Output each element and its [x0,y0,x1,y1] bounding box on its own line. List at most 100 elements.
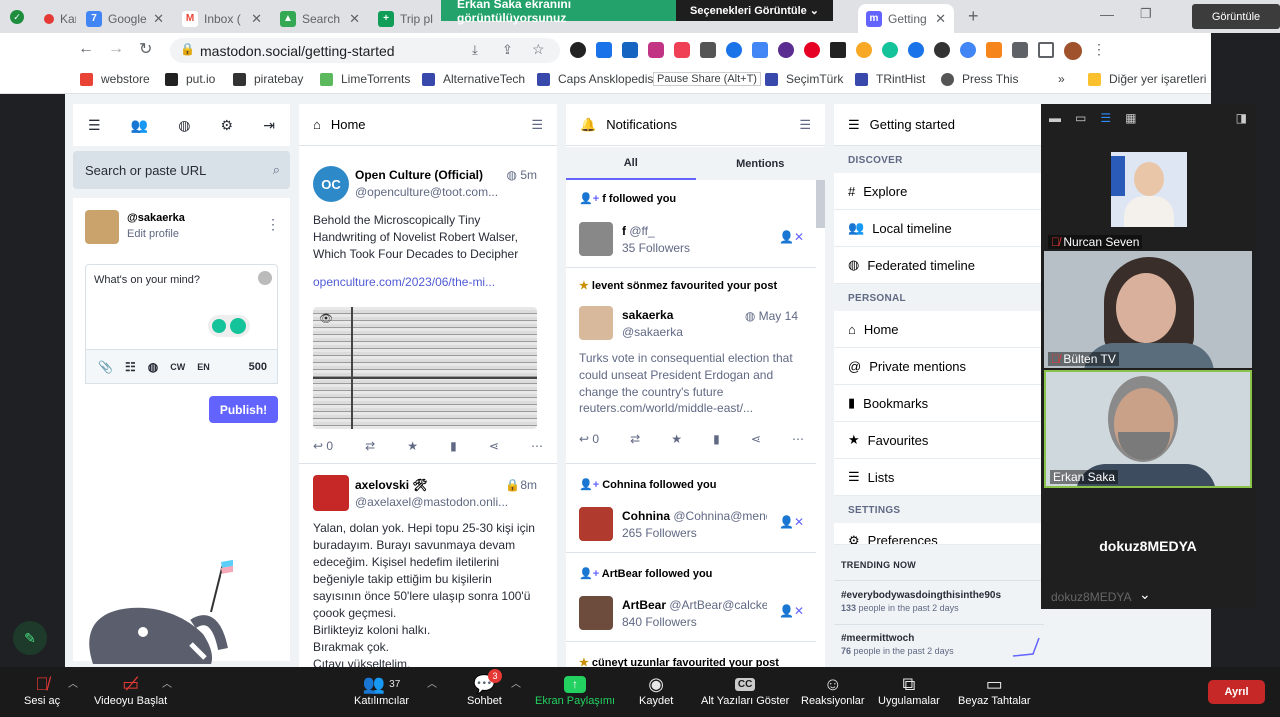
nav-bookmarks[interactable]: ▮ Bookmarks [834,385,1044,422]
chevron-up-icon[interactable]: ︿ [162,675,172,690]
more-icon[interactable]: ⋯ [792,432,804,446]
nav-preferences[interactable]: ⚙ Preferences [834,523,1044,545]
bookmark-other[interactable]: Diğer yer işaretleri [1088,72,1206,86]
hamburger-icon[interactable]: ☰ [88,117,101,134]
favourite-icon[interactable]: ★ [671,432,682,446]
tab-mentions[interactable]: Mentions [696,147,826,180]
forward-icon[interactable]: → [108,40,124,58]
share-icon[interactable]: ⋖ [489,438,499,455]
notification-favourite[interactable]: ★ levent sönmez favourited your post sak… [566,268,816,464]
profile-avatar[interactable] [1064,42,1082,60]
bookmark-webstore[interactable]: webstore [80,72,150,86]
thumbnail-icon[interactable]: ▭ [1075,111,1086,125]
sidebar-icon[interactable] [1038,42,1054,58]
avatar[interactable]: OC [313,166,349,202]
nav-local-timeline[interactable]: 👥 Local timeline [834,210,1044,247]
nav-federated-timeline[interactable]: ◍ Federated timeline [834,247,1044,284]
share-options-button[interactable]: Seçenekleri Görüntüle ⌄ [676,0,833,21]
speaker-view-icon[interactable]: ☰ [1100,111,1111,125]
skype-icon[interactable] [908,42,924,58]
nav-home[interactable]: ⌂ Home [834,311,1044,348]
visibility-globe-icon[interactable]: ◍ [148,360,158,374]
leave-button[interactable]: Ayrıl [1208,680,1265,704]
logout-icon[interactable]: ⇥ [263,117,275,134]
bookmark-icon[interactable]: ▮ [713,432,720,446]
search-input[interactable]: Search or paste URL ⌕ [73,151,290,189]
extension-blue-icon[interactable] [960,42,976,58]
timestamp[interactable]: 🔒8m [505,477,537,494]
chevron-up-icon[interactable]: ︿ [68,675,78,690]
getting-started-header[interactable]: ☰ Getting started [834,104,1044,146]
bookmark-icon[interactable]: ▮ [450,438,457,455]
status-post[interactable]: OC Open Culture (Official) @openculture@… [299,156,557,464]
share-icon[interactable]: ⇪ [502,42,513,58]
share-screen-button[interactable]: ↑ Ekran Paylaşımı [535,673,615,707]
extension-d-icon[interactable] [596,42,612,58]
install-icon[interactable]: ⤓ [472,42,478,58]
chevron-up-icon[interactable]: ︿ [427,675,437,690]
timestamp[interactable]: ◍ May 14 [745,309,798,323]
favourite-icon[interactable]: ★ [407,438,418,455]
close-icon[interactable]: ✕ [245,11,262,27]
timestamp[interactable]: ◍ 5m [507,167,537,184]
gear-icon[interactable]: ⚙ [221,117,234,134]
extension-dot-icon[interactable] [934,42,950,58]
url-field[interactable]: 🔒 mastodon.social/getting-started ⤓ ⇪ ☆ [170,38,560,63]
avatar[interactable] [579,507,613,541]
minimize-icon[interactable]: ▬ [1049,111,1061,125]
record-button[interactable]: ◉ Kaydet [639,673,673,708]
translate-icon[interactable] [778,42,794,58]
people-icon[interactable]: 👥 [131,117,148,134]
dark-mode-icon[interactable] [570,42,586,58]
avatar[interactable] [579,222,613,256]
boost-icon[interactable]: ⇄ [630,432,640,446]
tab-search[interactable]: ▲ Search ✕ [272,4,368,33]
notification-follow[interactable]: 👤+ f followed you f @ff_ 35 Followers 👤✕ [566,180,816,268]
account-handle[interactable]: @openculture@toot.com... [355,184,498,201]
star-icon[interactable]: ☆ [532,41,545,58]
settings-sliders-icon[interactable]: ☰ [531,117,543,133]
hide-media-icon[interactable]: 👁 [319,311,333,328]
gallery-view-icon[interactable]: ▦ [1125,111,1136,125]
settings-sliders-icon[interactable]: ☰ [799,117,811,133]
notifications-column-header[interactable]: 🔔 Notifications ☰ [566,104,825,146]
grammarly-icon[interactable] [882,42,898,58]
globe-icon[interactable]: ◍ [178,117,190,134]
tab-google[interactable]: 7 Google ✕ [78,4,172,33]
emoji-icon[interactable] [258,271,272,285]
grammarly-widget[interactable] [208,315,250,337]
username[interactable]: @sakaerka [127,212,185,224]
unfollow-icon[interactable]: 👤✕ [779,604,804,618]
whiteboards-button[interactable]: ▭ Beyaz Tahtalar [958,673,1031,708]
nav-lists[interactable]: ☰ Lists [834,459,1044,496]
tab-inbox[interactable]: M Inbox (✕ [174,4,270,33]
home-column-header[interactable]: ⌂ Home ☰ [299,104,557,146]
notification-follow[interactable]: 👤+ ArtBear followed you ArtBear @ArtBear… [566,554,816,642]
shield-icon[interactable]: ✓ [10,10,24,24]
reactions-button[interactable]: ☺ Reaksiyonlar [801,673,865,708]
back-icon[interactable]: ← [78,40,94,58]
boost-icon[interactable]: ⇄ [365,438,375,455]
bookmark-pressthis[interactable]: Press This [941,72,1018,86]
edit-profile-link[interactable]: Edit profile [127,228,179,240]
scrollbar[interactable] [816,180,825,228]
nav-favourites[interactable]: ★ Favourites [834,422,1044,459]
more-icon[interactable]: ⋯ [531,438,543,455]
publish-button[interactable]: Publish! [209,396,278,423]
new-tab-button[interactable]: + [968,6,979,27]
participant-tile[interactable]: 🎙̸ Nurcan Seven [1044,134,1252,251]
participant-tile[interactable]: 🎙̸ Bülten TV [1044,251,1252,368]
language-button[interactable]: EN [197,362,210,372]
docs-icon[interactable] [752,42,768,58]
notification-follow[interactable]: 👤+ Cohnina followed you Cohnina @Cohnina… [566,465,816,553]
participants-button[interactable]: 👥 37 Katılımcılar [354,673,409,708]
pinterest-icon[interactable] [804,42,820,58]
pin-icon[interactable]: ◨ [1236,111,1247,125]
zotero-icon[interactable] [726,42,742,58]
cw-button[interactable]: CW [170,362,185,372]
bookmark-putio[interactable]: put.io [165,72,215,86]
nav-private-mentions[interactable]: @ Private mentions [834,348,1044,385]
unfollow-icon[interactable]: 👤✕ [779,230,804,244]
bookmark-piratebay[interactable]: piratebay [233,72,303,86]
close-icon[interactable]: ✕ [343,11,360,27]
